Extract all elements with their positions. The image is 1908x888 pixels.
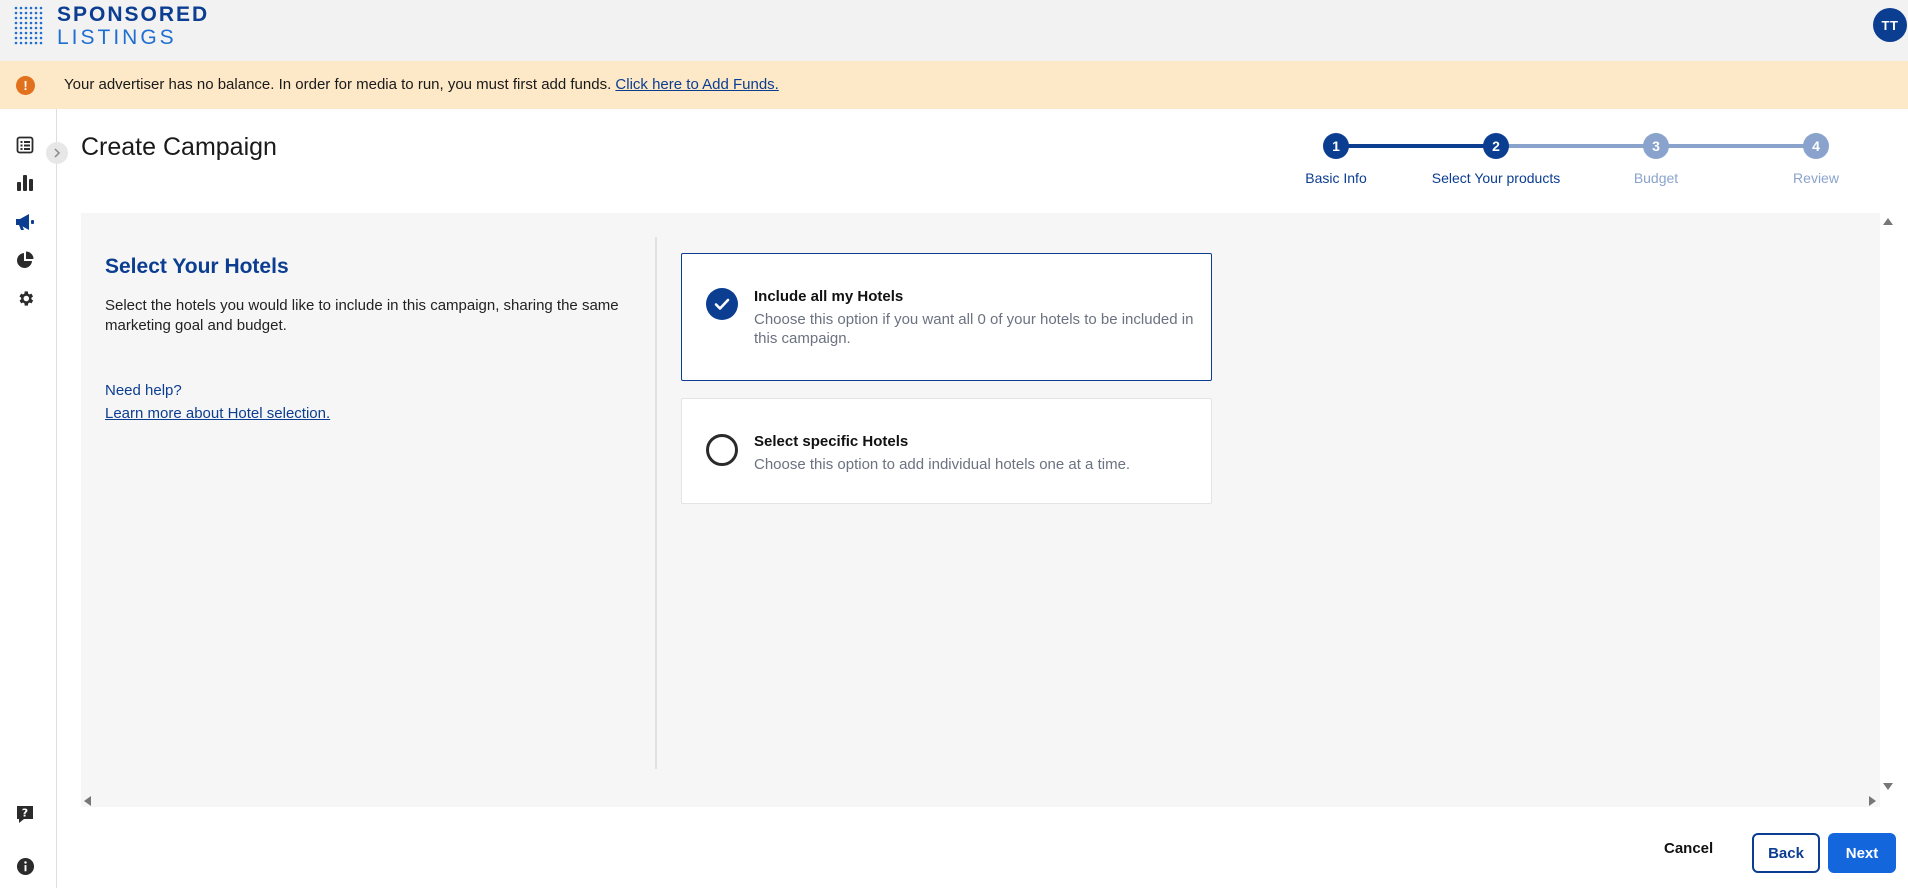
- step-4-indicator: 4: [1803, 133, 1829, 159]
- scroll-right-arrow[interactable]: [1869, 796, 1876, 806]
- cancel-button[interactable]: Cancel: [1664, 840, 1713, 857]
- step-2-label[interactable]: Select Your products: [1432, 170, 1560, 186]
- campaign-list-icon[interactable]: [14, 134, 36, 156]
- step-1-indicator[interactable]: 1: [1323, 133, 1349, 159]
- megaphone-icon[interactable]: [14, 211, 36, 233]
- next-button[interactable]: Next: [1828, 833, 1896, 873]
- step-4-label: Review: [1793, 170, 1839, 186]
- user-avatar[interactable]: TT: [1873, 8, 1907, 42]
- option-title: Include all my Hotels: [754, 288, 904, 305]
- chevron-right-icon: [54, 148, 61, 158]
- step-3-indicator: 3: [1643, 133, 1669, 159]
- scroll-down-arrow[interactable]: [1883, 783, 1893, 790]
- option-select-specific-hotels[interactable]: Select specific Hotels Choose this optio…: [681, 398, 1212, 504]
- progress-stepper: 1 2 3 4 Basic Info Select Your products …: [1300, 132, 1850, 192]
- option-description: Choose this option if you want all 0 of …: [754, 311, 1194, 347]
- page-title: Create Campaign: [81, 133, 277, 161]
- hotel-selection-help-link[interactable]: Learn more about Hotel selection.: [105, 405, 645, 422]
- logo-grid-icon: [14, 6, 43, 45]
- radio-checked[interactable]: [706, 288, 738, 320]
- option-title: Select specific Hotels: [754, 433, 909, 450]
- section-intro: Select Your Hotels Select the hotels you…: [105, 255, 645, 422]
- banner-message-text: Your advertiser has no balance. In order…: [64, 76, 616, 93]
- step-1-label[interactable]: Basic Info: [1305, 170, 1366, 186]
- option-include-all-hotels[interactable]: Include all my Hotels Choose this option…: [681, 253, 1212, 381]
- content-panel: Select Your Hotels Select the hotels you…: [81, 213, 1880, 807]
- gear-icon[interactable]: [14, 287, 36, 309]
- help-question: Need help?: [105, 382, 182, 399]
- add-funds-link[interactable]: Click here to Add Funds.: [615, 76, 778, 93]
- banner-message: Your advertiser has no balance. In order…: [64, 76, 779, 93]
- help-icon[interactable]: ?: [14, 803, 36, 825]
- column-divider: [655, 237, 657, 769]
- step-connector-1: [1336, 144, 1496, 148]
- scroll-up-arrow[interactable]: [1883, 218, 1893, 225]
- radio-unchecked[interactable]: [706, 434, 738, 466]
- bar-chart-icon[interactable]: [14, 172, 36, 194]
- svg-text:?: ?: [22, 807, 28, 820]
- pie-chart-icon[interactable]: [14, 249, 36, 271]
- back-button[interactable]: Back: [1752, 833, 1820, 873]
- alert-icon: !: [16, 76, 35, 95]
- logo-line-2: LISTINGS: [57, 26, 177, 49]
- scroll-left-arrow[interactable]: [84, 796, 91, 806]
- step-2-indicator[interactable]: 2: [1483, 133, 1509, 159]
- no-balance-banner: ! Your advertiser has no balance. In ord…: [0, 61, 1908, 109]
- step-3-label: Budget: [1633, 170, 1679, 186]
- checkmark-icon: [714, 298, 730, 310]
- sidebar-nav: ?: [0, 109, 57, 888]
- option-description: Choose this option to add individual hot…: [754, 456, 1131, 473]
- info-icon[interactable]: [14, 855, 36, 877]
- sidebar-expand-toggle[interactable]: [46, 142, 68, 164]
- logo-line-1: SPONSORED: [57, 3, 210, 26]
- logo[interactable]: SPONSORED LISTINGS: [14, 3, 210, 49]
- top-bar: SPONSORED LISTINGS TT: [0, 0, 1908, 61]
- section-title: Select Your Hotels: [105, 255, 289, 278]
- section-description: Select the hotels you would like to incl…: [105, 297, 619, 334]
